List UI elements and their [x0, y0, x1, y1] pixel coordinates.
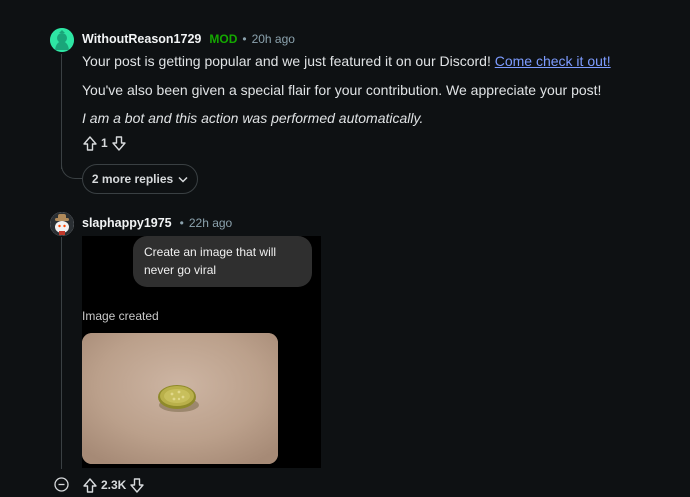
comment-paragraph: You've also been given a special flair f…: [82, 82, 602, 98]
separator-dot: •: [242, 32, 247, 46]
separator-dot: •: [179, 216, 184, 230]
more-replies-label: 2 more replies: [91, 172, 174, 186]
avatar[interactable]: [50, 28, 74, 52]
vote-bar: 2.3K: [81, 476, 146, 494]
upvote-button[interactable]: [81, 476, 99, 494]
paragraph-text: Your post is getting popular and we just…: [82, 53, 495, 69]
downvote-button[interactable]: [128, 476, 146, 494]
collapse-thread-button[interactable]: [54, 477, 69, 492]
generated-image: [82, 333, 278, 464]
snoo-avatar-icon: [50, 28, 74, 52]
comment-meta: slaphappy1975 • 22h ago: [82, 216, 232, 230]
comment-meta: WithoutReason1729 MOD • 20h ago: [82, 32, 295, 46]
pickle-slice-image: [82, 333, 278, 464]
author-name[interactable]: WithoutReason1729: [82, 32, 201, 46]
minus-circle-icon: [54, 477, 69, 492]
avatar[interactable]: [50, 212, 74, 236]
more-replies-button[interactable]: 2 more replies: [82, 164, 198, 194]
chevron-down-icon: [178, 176, 188, 183]
vote-bar: 1: [81, 134, 128, 152]
prompt-bubble: Create an image that will never go viral: [133, 236, 312, 287]
downvote-button[interactable]: [110, 134, 128, 152]
arrow-up-outline-icon: [83, 135, 97, 151]
discord-link[interactable]: Come check it out!: [495, 53, 611, 69]
comment-paragraph: I am a bot and this action was performed…: [82, 110, 424, 126]
snoo-cowboy-avatar-icon: [50, 212, 74, 236]
thread-connector: [61, 150, 82, 179]
timestamp[interactable]: 20h ago: [252, 32, 295, 46]
arrow-down-outline-icon: [130, 477, 145, 493]
thread-line[interactable]: [61, 237, 62, 469]
author-name[interactable]: slaphappy1975: [82, 216, 172, 230]
comment-thread: WithoutReason1729 MOD • 20h ago Your pos…: [0, 0, 690, 497]
comment-paragraph: Your post is getting popular and we just…: [82, 53, 611, 69]
attached-image[interactable]: Create an image that will never go viral…: [82, 236, 321, 468]
upvote-button[interactable]: [81, 134, 99, 152]
image-caption: Image created: [82, 309, 159, 323]
timestamp[interactable]: 22h ago: [189, 216, 232, 230]
score: 2.3K: [101, 478, 127, 492]
arrow-down-outline-icon: [111, 135, 126, 151]
score: 1: [101, 136, 108, 150]
arrow-up-outline-icon: [83, 477, 97, 493]
mod-badge: MOD: [209, 32, 238, 46]
